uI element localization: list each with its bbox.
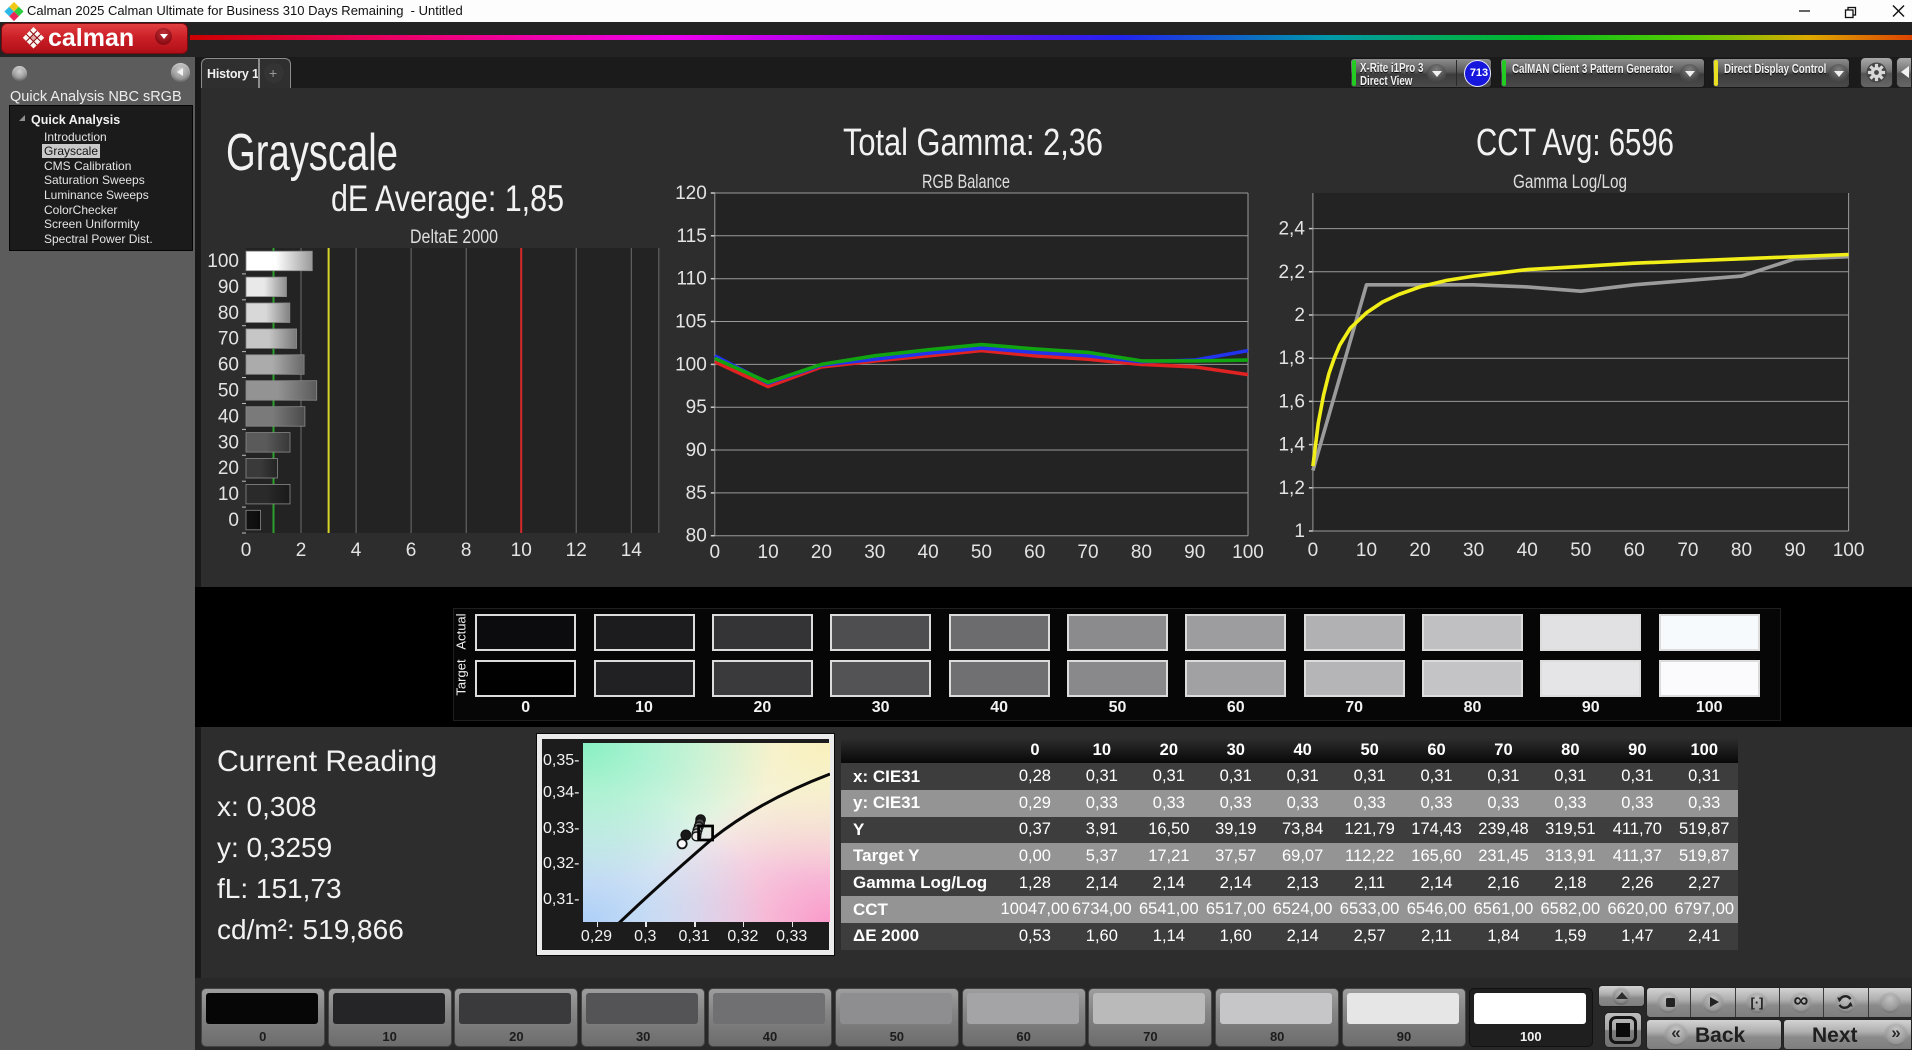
svg-text:0: 0 — [1308, 540, 1319, 561]
svg-text:30: 30 — [864, 542, 885, 563]
svg-text:0: 0 — [710, 542, 721, 563]
svg-text:8: 8 — [461, 540, 472, 561]
svg-text:90: 90 — [218, 277, 239, 298]
svg-text:115: 115 — [677, 226, 707, 247]
svg-text:Gamma Log/Log: Gamma Log/Log — [1513, 172, 1627, 193]
svg-text:105: 105 — [675, 312, 707, 333]
svg-text:1,2: 1,2 — [1278, 478, 1304, 499]
svg-text:30: 30 — [1463, 540, 1484, 561]
svg-text:RGB Balance: RGB Balance — [922, 172, 1010, 193]
svg-text:100: 100 — [675, 354, 707, 375]
svg-text:80: 80 — [1131, 542, 1152, 563]
svg-text:dE Average: 1,85: dE Average: 1,85 — [331, 178, 564, 219]
svg-text:95: 95 — [686, 397, 707, 418]
svg-text:60: 60 — [218, 355, 239, 376]
svg-text:50: 50 — [1570, 540, 1591, 561]
svg-text:20: 20 — [1409, 540, 1430, 561]
svg-text:100: 100 — [1232, 542, 1264, 563]
svg-text:40: 40 — [1517, 540, 1538, 561]
svg-text:2: 2 — [296, 540, 307, 561]
svg-text:110: 110 — [677, 269, 707, 290]
svg-text:20: 20 — [218, 458, 239, 479]
svg-text:60: 60 — [1624, 540, 1645, 561]
svg-text:10: 10 — [758, 542, 779, 563]
svg-text:90: 90 — [1184, 542, 1205, 563]
svg-text:10: 10 — [1356, 540, 1377, 561]
svg-text:70: 70 — [1077, 542, 1098, 563]
svg-text:DeltaE 2000: DeltaE 2000 — [410, 227, 498, 248]
svg-text:0: 0 — [241, 540, 252, 561]
svg-text:14: 14 — [621, 540, 643, 561]
svg-text:70: 70 — [218, 329, 239, 350]
svg-text:4: 4 — [351, 540, 362, 561]
svg-text:40: 40 — [218, 406, 239, 427]
svg-text:CCT Avg: 6596: CCT Avg: 6596 — [1476, 122, 1674, 164]
svg-text:10: 10 — [511, 540, 532, 561]
svg-text:60: 60 — [1024, 542, 1045, 563]
svg-text:1,6: 1,6 — [1278, 391, 1304, 412]
svg-text:100: 100 — [1833, 540, 1865, 561]
svg-text:12: 12 — [566, 540, 587, 561]
svg-text:85: 85 — [686, 483, 707, 504]
svg-text:0: 0 — [228, 510, 239, 531]
svg-text:1,4: 1,4 — [1278, 435, 1305, 456]
svg-text:6: 6 — [406, 540, 417, 561]
svg-text:120: 120 — [675, 183, 707, 204]
svg-text:80: 80 — [1731, 540, 1752, 561]
svg-text:Grayscale: Grayscale — [226, 124, 398, 182]
svg-text:80: 80 — [218, 303, 239, 324]
svg-text:90: 90 — [1784, 540, 1805, 561]
svg-text:2: 2 — [1294, 305, 1305, 326]
svg-text:30: 30 — [218, 432, 239, 453]
svg-text:50: 50 — [971, 542, 992, 563]
svg-text:1,8: 1,8 — [1278, 348, 1304, 369]
svg-text:2,4: 2,4 — [1278, 219, 1305, 240]
svg-text:70: 70 — [1677, 540, 1698, 561]
svg-text:20: 20 — [811, 542, 832, 563]
svg-text:100: 100 — [207, 251, 239, 272]
svg-text:2,2: 2,2 — [1278, 262, 1304, 283]
svg-text:90: 90 — [686, 440, 707, 461]
svg-text:80: 80 — [686, 526, 707, 547]
svg-text:Total Gamma: 2,36: Total Gamma: 2,36 — [843, 122, 1103, 164]
svg-text:1: 1 — [1294, 521, 1305, 542]
svg-text:10: 10 — [218, 484, 239, 505]
svg-text:50: 50 — [218, 381, 239, 402]
svg-text:40: 40 — [918, 542, 939, 563]
